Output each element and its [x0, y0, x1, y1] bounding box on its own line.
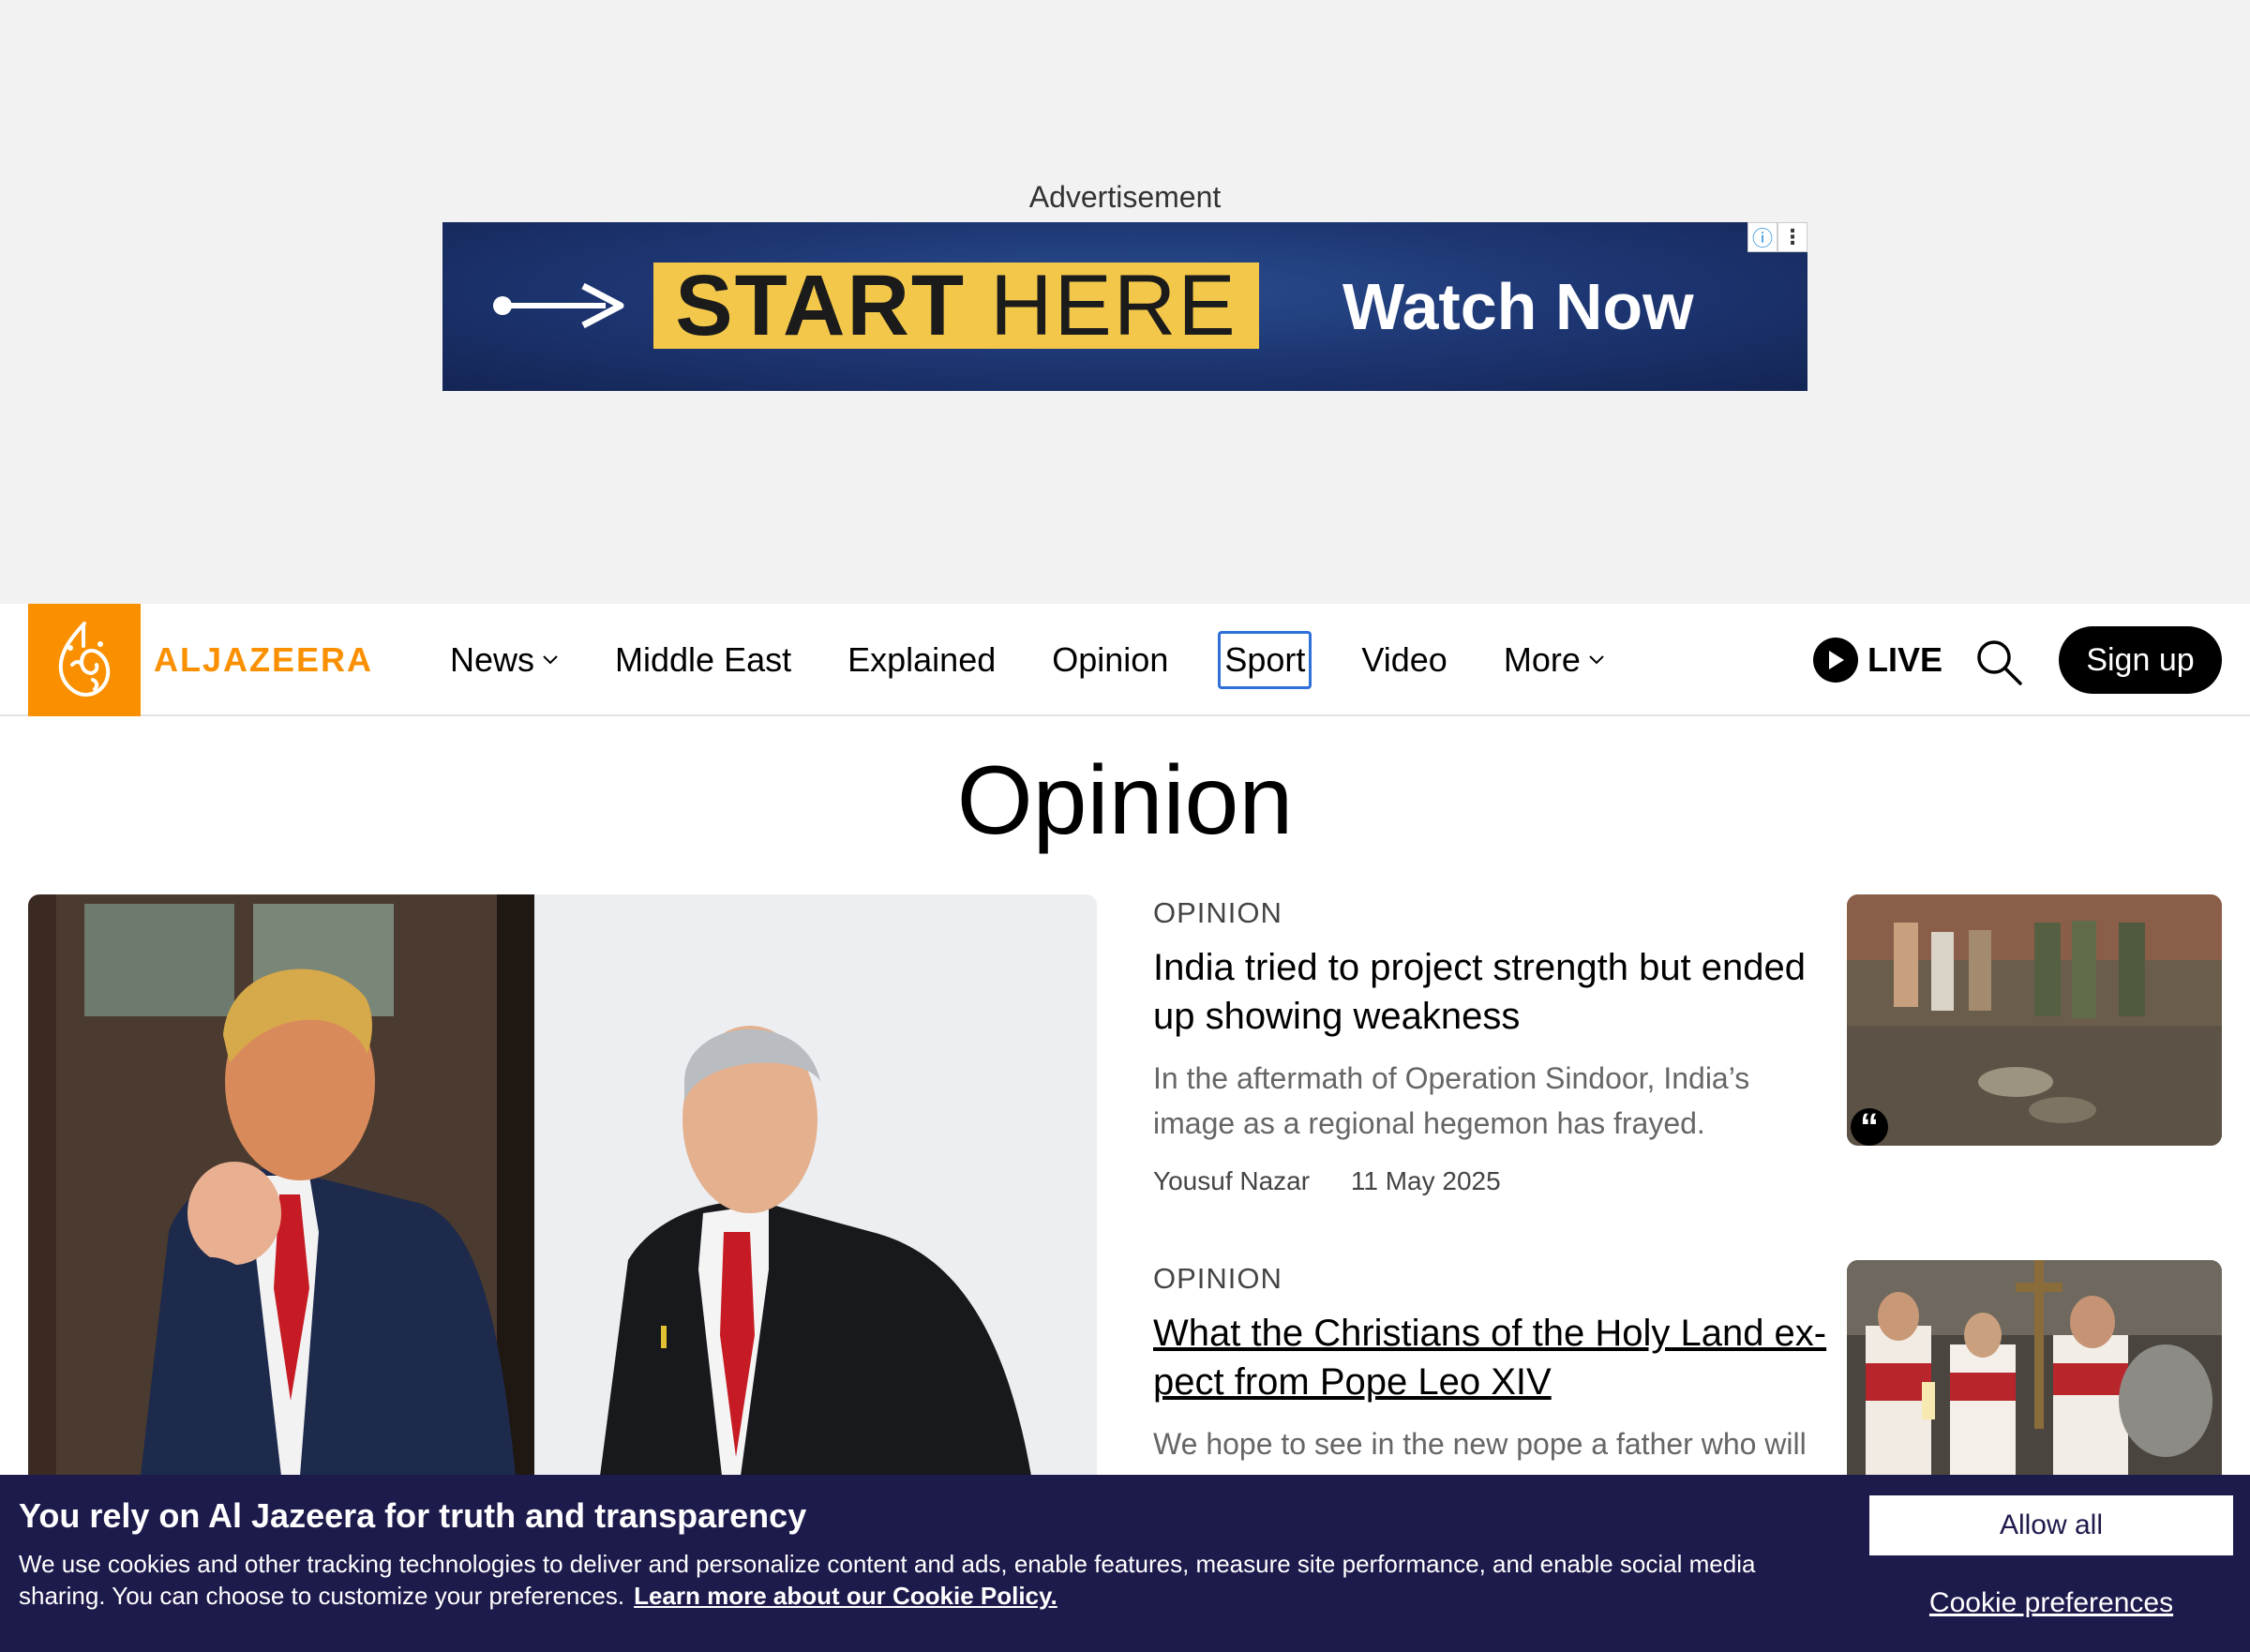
- chevron-down-icon: [543, 655, 558, 665]
- cookie-preferences-link[interactable]: Cookie preferences: [1869, 1585, 2233, 1621]
- ad-start-light: HERE: [990, 258, 1238, 353]
- nav-item-label: Opinion: [1052, 640, 1169, 679]
- article-date: 11 May 2025: [1350, 1166, 1501, 1195]
- arrow-icon: [493, 282, 624, 329]
- cookie-policy-link[interactable]: Learn more about our Cookie Policy.: [634, 1582, 1058, 1610]
- ad-label: Advertisement: [1028, 180, 1222, 214]
- nav-item-label: Video: [1361, 640, 1448, 679]
- aljazeera-logo[interactable]: [28, 604, 141, 716]
- aljazeera-calligraphy-icon: [58, 622, 111, 698]
- article-meta: Yousuf Nazar 11 May 2025: [1153, 1164, 1501, 1198]
- site-header: ALJAZEERA News Middle East Explained Opi…: [0, 604, 2250, 716]
- cookie-text: We use cookies and other tracking techno…: [19, 1548, 1781, 1612]
- nav-item-video[interactable]: Video: [1361, 639, 1447, 681]
- article-headline[interactable]: What the Christians of the Holy Land ex-…: [1153, 1309, 1838, 1406]
- nav-item-middle-east[interactable]: Middle East: [615, 639, 791, 681]
- ad-start-bold: START: [675, 258, 967, 353]
- main-nav: News Middle East Explained Opinion Sport…: [450, 628, 1661, 692]
- article-thumbnail[interactable]: “: [1847, 894, 2222, 1146]
- nav-item-label: More: [1503, 640, 1581, 679]
- thumbnail-photo: [1847, 1260, 2222, 1476]
- hero-image[interactable]: [28, 894, 1097, 1476]
- ad-start-here: START HERE: [653, 263, 1259, 349]
- hero-photo: [28, 894, 1097, 1476]
- nav-item-opinion[interactable]: Opinion: [1052, 639, 1168, 681]
- nav-item-label: Middle East: [615, 640, 792, 679]
- live-button[interactable]: LIVE: [1813, 638, 1942, 683]
- cookie-banner: You rely on Al Jazeera for truth and tra…: [0, 1475, 2250, 1652]
- article-author[interactable]: Yousuf Nazar: [1153, 1166, 1310, 1195]
- page-title: Opinion: [956, 746, 1294, 855]
- article-card[interactable]: OPINION India tried to project strength …: [1153, 894, 2222, 1195]
- nav-item-explained[interactable]: Explained: [848, 639, 996, 681]
- nav-item-more[interactable]: More: [1504, 639, 1605, 681]
- sign-up-button[interactable]: Sign up: [2059, 626, 2222, 694]
- nav-item-label: Sport: [1224, 640, 1306, 679]
- search-icon[interactable]: [1974, 638, 2023, 686]
- quote-icon: “: [1851, 1108, 1888, 1146]
- nav-item-label: News: [450, 640, 535, 679]
- article-thumbnail[interactable]: [1847, 1260, 2222, 1476]
- logo-wordmark[interactable]: ALJAZEERA: [154, 639, 373, 681]
- article-summary: In the aftermath of Operation Sindoor, I…: [1153, 1061, 1750, 1140]
- thumbnail-photo: [1847, 894, 2222, 1146]
- nav-item-label: Explained: [848, 640, 997, 679]
- play-icon: [1813, 638, 1858, 683]
- live-label: LIVE: [1868, 640, 1943, 679]
- nav-item-sport[interactable]: Sport: [1218, 631, 1312, 689]
- ad-banner[interactable]: START HERE Watch Now ⓘ ⋮: [442, 222, 1808, 391]
- article-summary: We hope to see in the new pope a father …: [1153, 1427, 1807, 1461]
- cookie-title: You rely on Al Jazeera for truth and tra…: [19, 1496, 807, 1535]
- allow-all-button[interactable]: Allow all: [1869, 1495, 2233, 1555]
- ad-watch-now: Watch Now: [1342, 270, 1694, 343]
- ad-controls: ⓘ ⋮: [1748, 222, 1808, 252]
- kebab-menu-icon[interactable]: ⋮: [1778, 222, 1808, 252]
- info-icon[interactable]: ⓘ: [1748, 222, 1778, 252]
- article-headline[interactable]: India tried to project strength but ende…: [1153, 943, 1838, 1041]
- nav-item-news[interactable]: News: [450, 639, 559, 681]
- article-card[interactable]: OPINION What the Christians of the Holy …: [1153, 1260, 2222, 1476]
- ad-region: Advertisement START HERE Watch Now ⓘ ⋮: [0, 0, 2250, 604]
- chevron-down-icon: [1589, 655, 1604, 665]
